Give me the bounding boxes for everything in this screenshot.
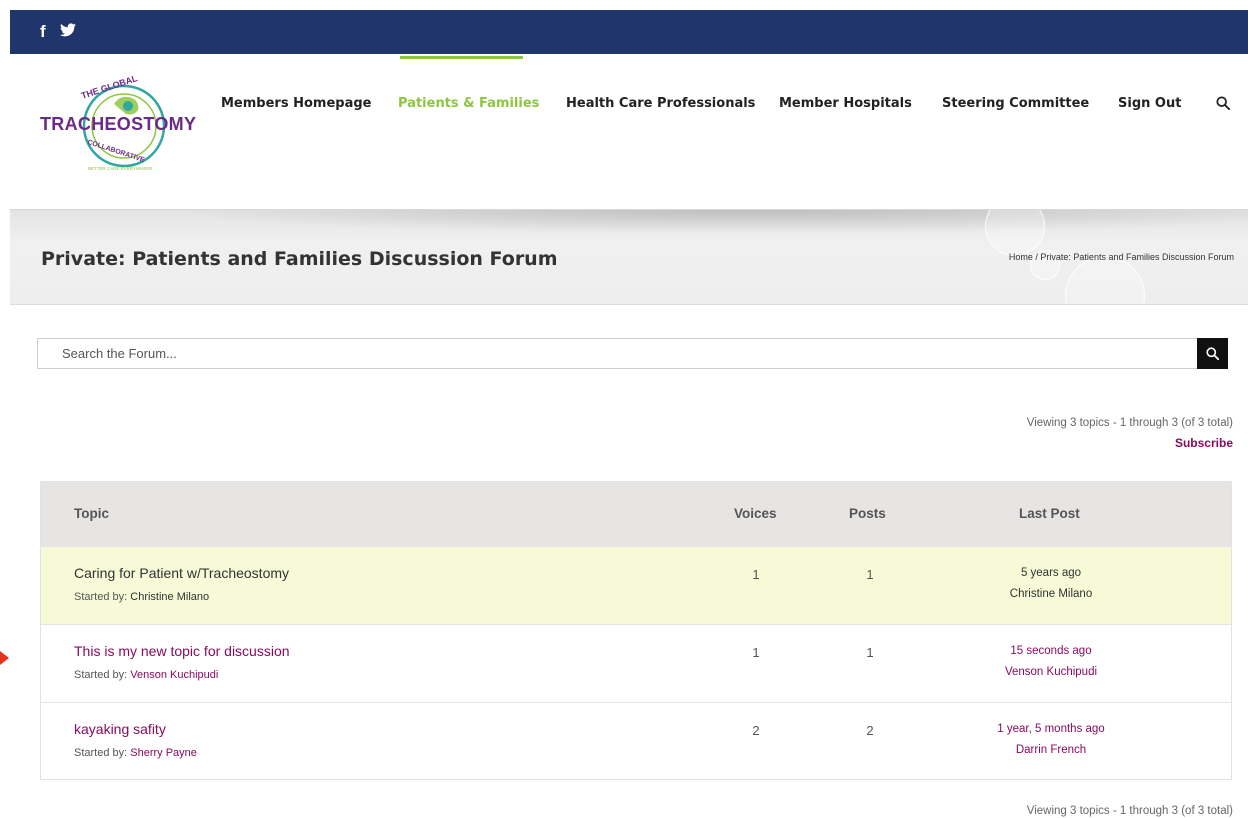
topic-started-by: Started by: Sherry Payne xyxy=(74,747,197,759)
search-icon xyxy=(1206,347,1219,360)
last-post-author[interactable]: Darrin French xyxy=(971,744,1131,756)
nav-active-indicator xyxy=(400,56,523,59)
topic-author[interactable]: Venson Kuchipudi xyxy=(130,669,218,681)
topics-table: Topic Voices Posts Last Post Caring for … xyxy=(40,481,1232,780)
pagination-count-bottom: Viewing 3 topics - 1 through 3 (of 3 tot… xyxy=(1026,805,1233,817)
table-row: kayaking safity Started by: Sherry Payne… xyxy=(41,702,1231,780)
topic-title[interactable]: This is my new topic for discussion xyxy=(74,643,290,659)
logo-wordmark: TRACHEOSTOMY xyxy=(40,114,197,134)
page-title: Private: Patients and Families Discussio… xyxy=(41,248,558,270)
posts-count: 1 xyxy=(866,567,874,582)
topic-title[interactable]: Caring for Patient w/Tracheostomy xyxy=(74,565,289,581)
last-post-time[interactable]: 1 year, 5 months ago xyxy=(971,723,1131,735)
search-icon[interactable] xyxy=(1216,95,1232,111)
header-posts: Posts xyxy=(849,506,886,521)
banner-bubble xyxy=(1065,256,1145,304)
header-voices: Voices xyxy=(734,506,777,521)
header-last-post: Last Post xyxy=(1019,506,1080,521)
started-by-label: Started by: xyxy=(74,669,128,681)
table-header: Topic Voices Posts Last Post xyxy=(41,482,1231,546)
topic-started-by: Started by: Venson Kuchipudi xyxy=(74,669,218,681)
table-row: This is my new topic for discussion Star… xyxy=(41,624,1231,702)
topic-title[interactable]: kayaking safity xyxy=(74,721,166,737)
site-logo[interactable]: THE GLOBAL TRACHEOSTOMY COLLABORATIVE BE… xyxy=(40,73,208,184)
posts-count: 1 xyxy=(866,645,874,660)
last-post-author[interactable]: Venson Kuchipudi xyxy=(971,666,1131,678)
forum-search-button[interactable] xyxy=(1197,338,1228,369)
pointer-arrow-icon xyxy=(0,651,9,665)
subscribe-link[interactable]: Subscribe xyxy=(1175,436,1233,450)
nav-steering-committee[interactable]: Steering Committee xyxy=(942,96,1089,111)
social-bar: f xyxy=(10,10,1248,54)
last-post-time[interactable]: 5 years ago xyxy=(971,567,1131,579)
last-post-time[interactable]: 15 seconds ago xyxy=(971,645,1131,657)
logo-tagline: BETTER CARE EVERYWHERE xyxy=(88,166,153,171)
voices-count: 1 xyxy=(752,567,760,582)
forum-search-input[interactable] xyxy=(38,339,1197,368)
header-topic: Topic xyxy=(74,506,109,521)
forum-search-field[interactable] xyxy=(37,338,1198,369)
last-post-author[interactable]: Christine Milano xyxy=(971,588,1131,600)
voices-count: 2 xyxy=(752,723,760,738)
voices-count: 1 xyxy=(752,645,760,660)
facebook-icon[interactable]: f xyxy=(40,22,46,42)
pagination-count-top: Viewing 3 topics - 1 through 3 (of 3 tot… xyxy=(1026,417,1233,429)
nav-sign-out[interactable]: Sign Out xyxy=(1118,96,1181,111)
topic-author[interactable]: Christine Milano xyxy=(130,591,209,603)
started-by-label: Started by: xyxy=(74,747,128,759)
posts-count: 2 xyxy=(866,723,874,738)
started-by-label: Started by: xyxy=(74,591,128,603)
twitter-icon[interactable] xyxy=(60,23,76,37)
nav-patients-families[interactable]: Patients & Families xyxy=(398,96,539,111)
banner-swoosh xyxy=(10,210,1248,250)
nav-members-homepage[interactable]: Members Homepage xyxy=(221,96,371,111)
page-title-banner: Private: Patients and Families Discussio… xyxy=(10,209,1248,305)
table-row: Caring for Patient w/Tracheostomy Starte… xyxy=(41,546,1231,624)
breadcrumb[interactable]: Home / Private: Patients and Families Di… xyxy=(1009,252,1234,262)
nav-health-care-professionals[interactable]: Health Care Professionals xyxy=(566,96,755,111)
topic-author[interactable]: Sherry Payne xyxy=(130,747,197,759)
topic-started-by: Started by: Christine Milano xyxy=(74,591,209,603)
nav-member-hospitals[interactable]: Member Hospitals xyxy=(779,96,912,111)
